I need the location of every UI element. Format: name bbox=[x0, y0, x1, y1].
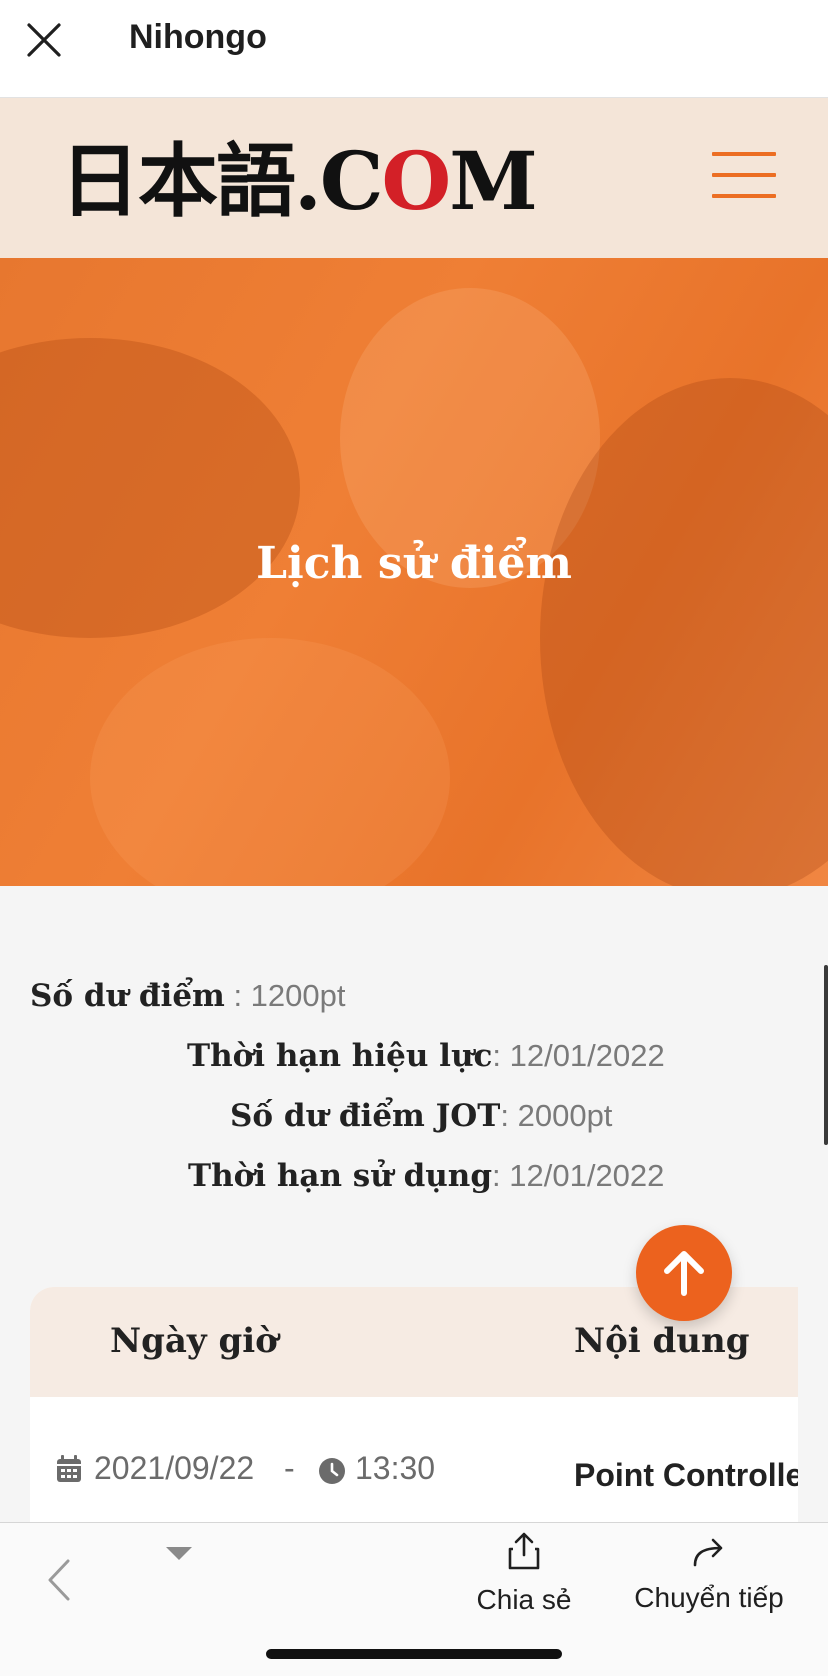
usage-row: Thời hạn sử dụng: 12/01/2022 bbox=[188, 1158, 664, 1194]
share-label: Chia sẻ bbox=[476, 1584, 572, 1615]
column-header-datetime: Ngày giờ bbox=[110, 1321, 278, 1361]
row-time: 13:30 bbox=[355, 1450, 436, 1486]
close-icon[interactable] bbox=[24, 20, 64, 60]
jot-balance-row: Số dư điểm JOT: 2000pt bbox=[230, 1098, 612, 1134]
app-bar: Nihongo bbox=[0, 0, 828, 98]
share-icon bbox=[508, 1532, 540, 1570]
validity-row: Thời hạn hiệu lực: 12/01/2022 bbox=[187, 1038, 665, 1074]
forward-icon bbox=[693, 1538, 723, 1567]
arrow-up-icon bbox=[664, 1251, 704, 1296]
page-title: Lịch sử điểm bbox=[256, 538, 572, 589]
logo-text-prefix: 日本語.C bbox=[60, 134, 384, 228]
calendar-icon bbox=[56, 1455, 82, 1488]
jot-balance-value: : 2000pt bbox=[500, 1098, 613, 1133]
usage-value: : 12/01/2022 bbox=[492, 1158, 665, 1193]
dropdown-caret-icon[interactable] bbox=[164, 1543, 194, 1563]
jot-balance-label: Số dư điểm JOT bbox=[230, 1098, 501, 1134]
usage-label: Thời hạn sử dụng bbox=[188, 1158, 493, 1194]
row-date: 2021/09/22 bbox=[94, 1450, 255, 1486]
validity-label: Thời hạn hiệu lực bbox=[187, 1038, 493, 1074]
points-balance-value: : 1200pt bbox=[224, 978, 346, 1013]
row-content: Point Controlle bbox=[574, 1457, 798, 1493]
logo-text-o: O bbox=[381, 134, 452, 228]
points-balance-row: Số dư điểm : 1200pt bbox=[30, 978, 346, 1014]
points-balance-label: Số dư điểm bbox=[30, 978, 225, 1014]
column-header-content: Nội dung bbox=[574, 1321, 750, 1361]
scroll-to-top-button[interactable] bbox=[636, 1225, 732, 1321]
forward-label: Chuyển tiếp bbox=[634, 1582, 784, 1613]
back-icon[interactable] bbox=[44, 1555, 74, 1605]
row-separator: - bbox=[284, 1450, 295, 1486]
site-logo[interactable]: 日本語.COM bbox=[60, 134, 538, 228]
app-title: Nihongo bbox=[129, 18, 267, 56]
home-indicator[interactable] bbox=[266, 1649, 562, 1659]
hero-banner: Lịch sử điểm bbox=[0, 258, 828, 886]
share-button[interactable]: Chia sẻ bbox=[470, 1531, 578, 1616]
clock-icon bbox=[318, 1457, 346, 1490]
forward-button[interactable]: Chuyển tiếp bbox=[624, 1537, 794, 1614]
scrollbar[interactable] bbox=[824, 965, 828, 1145]
hamburger-icon[interactable] bbox=[712, 152, 776, 200]
validity-value: : 12/01/2022 bbox=[492, 1038, 665, 1073]
points-history-table: Ngày giờ Nội dung 2021/09/22 - 13:30 Poi… bbox=[30, 1287, 798, 1527]
site-header: 日本語.COM bbox=[0, 98, 828, 258]
logo-text-suffix: M bbox=[449, 134, 538, 228]
